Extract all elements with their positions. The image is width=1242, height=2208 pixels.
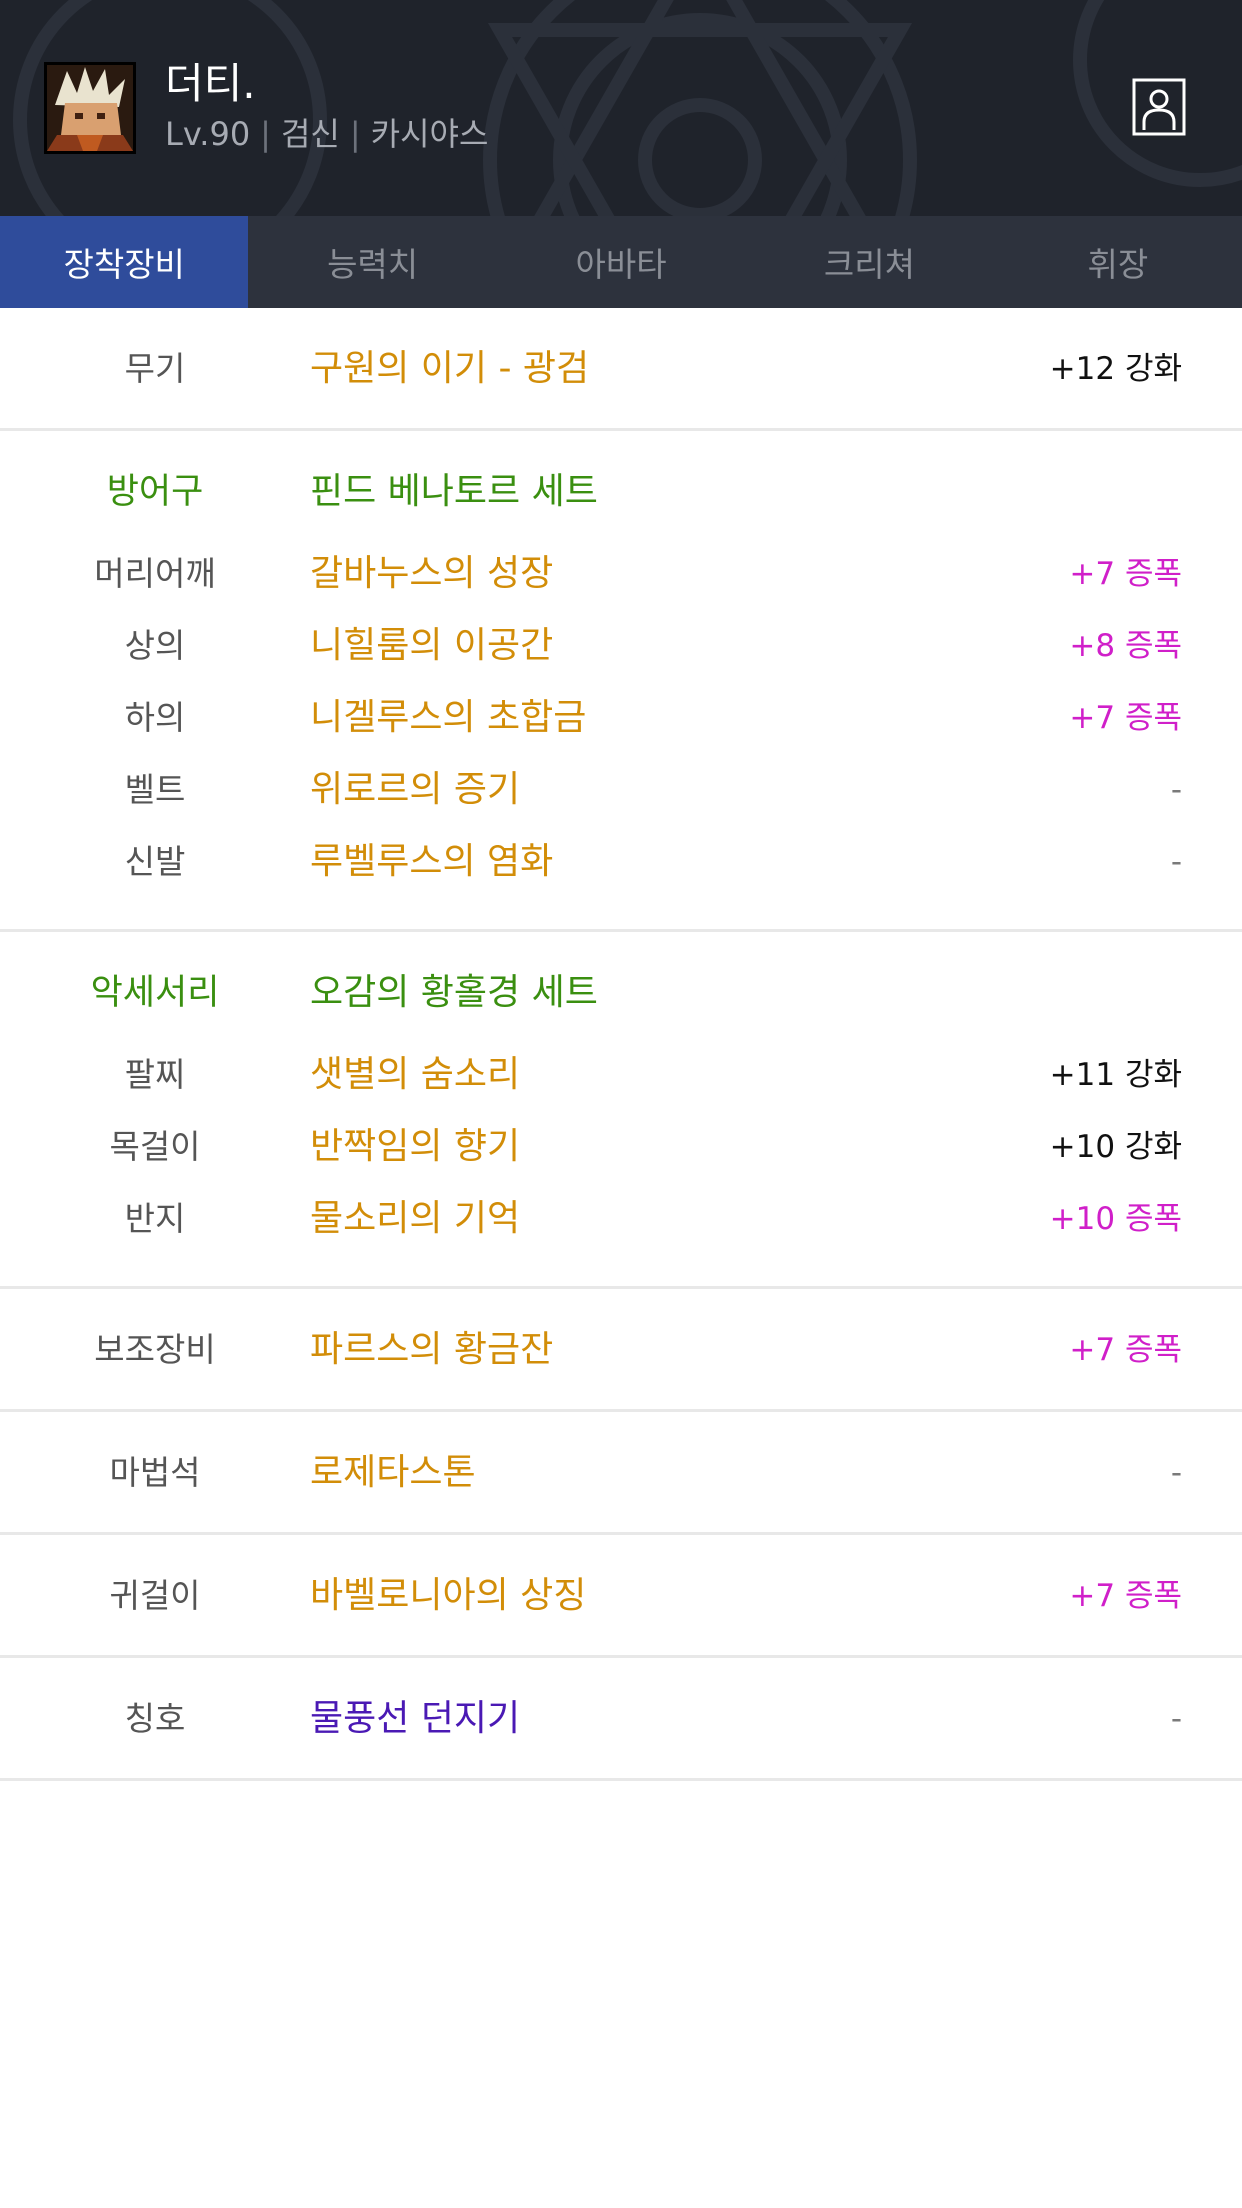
- slot-label: 상의: [124, 626, 186, 665]
- upgrade-value: -: [1170, 1701, 1182, 1737]
- equipment-row[interactable]: 반지 물소리의 기억 +10 증폭: [0, 1183, 1242, 1255]
- tab-insignia[interactable]: 휘장: [994, 216, 1242, 308]
- item-name[interactable]: 샛별의 숨소리: [310, 1039, 520, 1111]
- profile-button[interactable]: [1132, 78, 1186, 136]
- equipment-row[interactable]: 머리어깨 갈바누스의 성장 +7 증폭: [0, 538, 1242, 610]
- character-server: 카시야스: [370, 115, 489, 153]
- upgrade-value: -: [1170, 844, 1182, 880]
- slot-label: 벨트: [124, 770, 186, 809]
- item-name[interactable]: 물소리의 기억: [310, 1183, 520, 1255]
- slot-label: 팔찌: [124, 1055, 186, 1094]
- accessory-section: 악세서리 오감의 황홀경 세트 팔찌 샛별의 숨소리 +11 강화 목걸이 반짝…: [0, 932, 1242, 1289]
- item-name[interactable]: 바벨로니아의 상징: [310, 1560, 586, 1632]
- character-info: Lv.90 | 검신 | 카시야스: [165, 114, 488, 154]
- equipment-row[interactable]: 칭호 물풍선 던지기 -: [0, 1683, 1242, 1755]
- equipment-row[interactable]: 귀걸이 바벨로니아의 상징 +7 증폭: [0, 1560, 1242, 1632]
- item-name[interactable]: 위로르의 증기: [310, 754, 520, 826]
- set-name[interactable]: 핀드 베나토르 세트: [310, 456, 598, 528]
- tab-avatar[interactable]: 아바타: [497, 216, 745, 308]
- tab-equipment[interactable]: 장착장비: [0, 216, 249, 308]
- slot-label: 마법석: [109, 1453, 201, 1492]
- earring-section: 귀걸이 바벨로니아의 상징 +7 증폭: [0, 1535, 1242, 1658]
- character-level: Lv.90: [165, 115, 251, 153]
- tab-stats[interactable]: 능력치: [248, 216, 496, 308]
- upgrade-value: +7 증폭: [1069, 1332, 1182, 1368]
- upgrade-value: +8 증폭: [1069, 628, 1182, 664]
- equipment-row[interactable]: 상의 니힐룸의 이공간 +8 증폭: [0, 610, 1242, 682]
- item-name[interactable]: 반짝임의 향기: [310, 1111, 520, 1183]
- equipment-row[interactable]: 팔찌 샛별의 숨소리 +11 강화: [0, 1039, 1242, 1111]
- character-name: 더티.: [165, 59, 256, 108]
- equipment-list: 무기 구원의 이기 - 광검 +12 강화 방어구 핀드 베나토르 세트 머리어…: [0, 308, 1242, 1781]
- upgrade-value: -: [1170, 772, 1182, 808]
- equipment-row[interactable]: 목걸이 반짝임의 향기 +10 강화: [0, 1111, 1242, 1183]
- character-job: 검신: [280, 115, 340, 153]
- equipment-row[interactable]: 하의 니겔루스의 초합금 +7 증폭: [0, 682, 1242, 754]
- equipment-row[interactable]: 무기 구원의 이기 - 광검 +12 강화: [0, 333, 1242, 405]
- item-name[interactable]: 로제타스톤: [310, 1437, 476, 1509]
- item-name[interactable]: 루벨루스의 염화: [310, 826, 553, 898]
- upgrade-value: +10 증폭: [1049, 1201, 1182, 1237]
- upgrade-value: +7 증폭: [1069, 1578, 1182, 1614]
- equipment-row[interactable]: 보조장비 파르스의 황금잔 +7 증폭: [0, 1314, 1242, 1386]
- upgrade-value: +7 증폭: [1069, 556, 1182, 592]
- separator: |: [349, 115, 361, 153]
- slot-label: 무기: [124, 349, 186, 388]
- slot-label: 반지: [124, 1199, 186, 1238]
- armor-section: 방어구 핀드 베나토르 세트 머리어깨 갈바누스의 성장 +7 증폭 상의 니힐…: [0, 431, 1242, 932]
- item-name[interactable]: 니힐룸의 이공간: [310, 610, 553, 682]
- slot-label: 머리어깨: [94, 554, 216, 593]
- person-outline-icon: [1132, 78, 1186, 136]
- item-name[interactable]: 구원의 이기 - 광검: [310, 333, 589, 405]
- item-name[interactable]: 파르스의 황금잔: [310, 1314, 553, 1386]
- slot-label: 칭호: [124, 1699, 186, 1738]
- equipment-row[interactable]: 신발 루벨루스의 염화 -: [0, 826, 1242, 898]
- character-header: 더티. Lv.90 | 검신 | 카시야스: [0, 0, 1242, 216]
- weapon-section: 무기 구원의 이기 - 광검 +12 강화: [0, 308, 1242, 431]
- upgrade-value: +7 증폭: [1069, 700, 1182, 736]
- slot-label: 하의: [124, 698, 186, 737]
- separator: |: [260, 115, 271, 153]
- avatar: [44, 62, 136, 154]
- slot-label: 귀걸이: [109, 1576, 201, 1615]
- tab-creature[interactable]: 크리쳐: [745, 216, 993, 308]
- slot-label: 목걸이: [109, 1127, 201, 1166]
- set-row: 방어구 핀드 베나토르 세트: [0, 456, 1242, 538]
- sub-equipment-section: 보조장비 파르스의 황금잔 +7 증폭: [0, 1289, 1242, 1412]
- item-name[interactable]: 갈바누스의 성장: [310, 538, 553, 610]
- upgrade-value: +12 강화: [1049, 351, 1182, 387]
- magic-stone-section: 마법석 로제타스톤 -: [0, 1412, 1242, 1535]
- upgrade-value: -: [1170, 1455, 1182, 1491]
- slot-label: 보조장비: [94, 1330, 216, 1369]
- section-label: 방어구: [106, 472, 204, 512]
- title-section: 칭호 물풍선 던지기 -: [0, 1658, 1242, 1781]
- item-name[interactable]: 니겔루스의 초합금: [310, 682, 586, 754]
- equipment-row[interactable]: 벨트 위로르의 증기 -: [0, 754, 1242, 826]
- set-row: 악세서리 오감의 황홀경 세트: [0, 957, 1242, 1039]
- slot-label: 신발: [124, 842, 186, 881]
- upgrade-value: +10 강화: [1049, 1129, 1182, 1165]
- tab-bar: 장착장비 능력치 아바타 크리쳐 휘장: [0, 216, 1242, 308]
- upgrade-value: +11 강화: [1049, 1057, 1182, 1093]
- equipment-row[interactable]: 마법석 로제타스톤 -: [0, 1437, 1242, 1509]
- set-name[interactable]: 오감의 황홀경 세트: [310, 957, 598, 1029]
- character-portrait-icon: [47, 65, 133, 151]
- item-name[interactable]: 물풍선 던지기: [310, 1683, 520, 1755]
- section-label: 악세서리: [90, 973, 220, 1013]
